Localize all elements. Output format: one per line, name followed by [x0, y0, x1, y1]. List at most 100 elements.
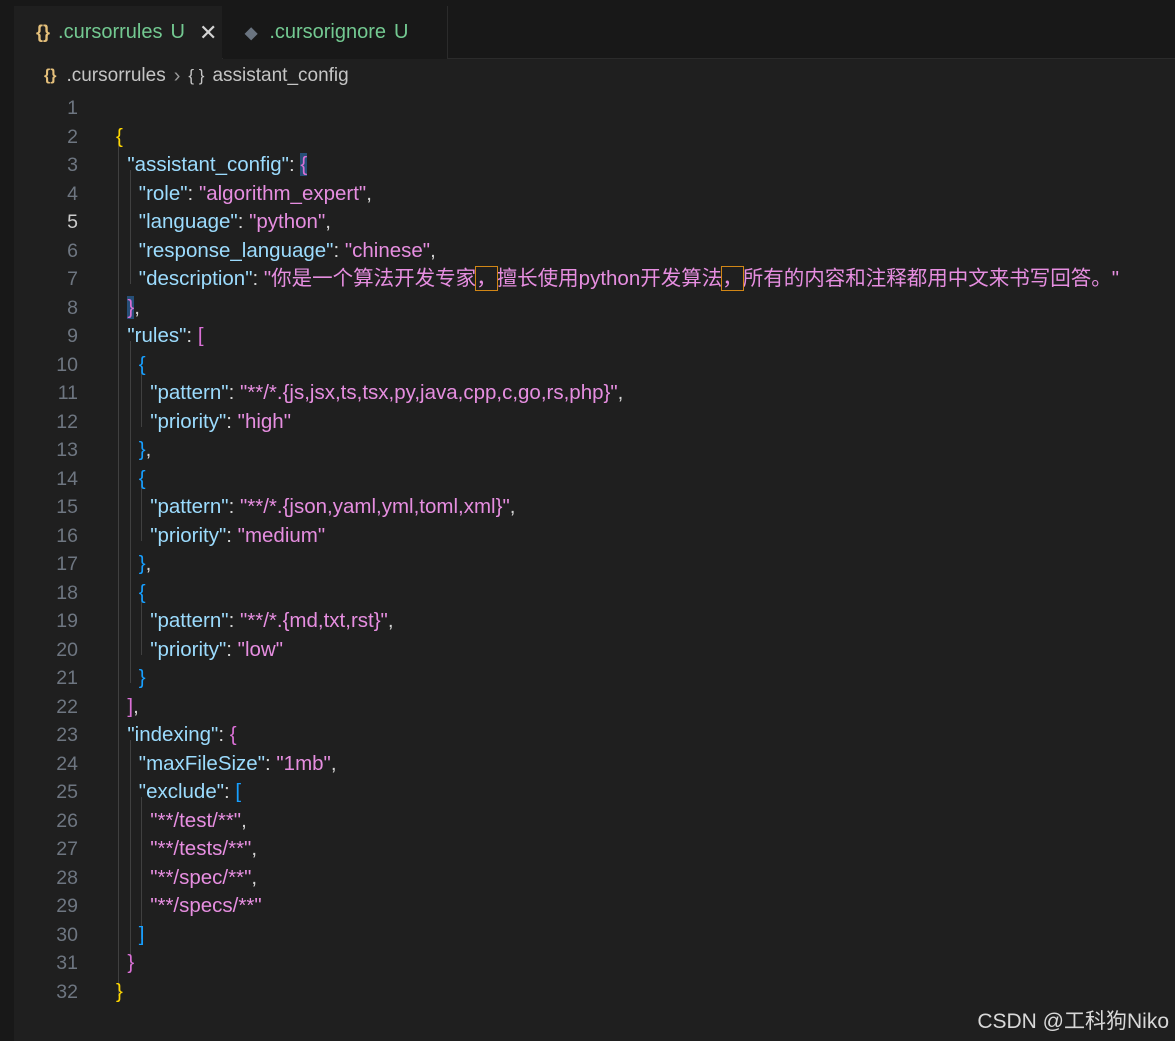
breadcrumb-file[interactable]: .cursorrules — [66, 65, 165, 87]
chevron-right-icon: › — [173, 64, 181, 87]
tab-label: .cursorignore — [269, 21, 387, 43]
code-line: 32 } — [14, 978, 1175, 1007]
git-diamond-icon: ◆ — [245, 24, 258, 42]
code-text: "exclude": [ — [138, 780, 242, 803]
line-number: 27 — [56, 838, 78, 860]
code-text: } — [127, 951, 135, 974]
line-number: 12 — [56, 410, 78, 433]
line-number: 19 — [56, 610, 78, 632]
code-text: { — [116, 124, 123, 148]
code-line: 2 { — [14, 123, 1175, 152]
code-text: }, — [127, 295, 140, 319]
line-number: 30 — [56, 923, 78, 946]
object-braces-icon: { } — [188, 66, 205, 85]
line-number: 4 — [67, 182, 78, 205]
code-line: 6 "response_language": "chinese", — [14, 237, 1175, 266]
line-number: 16 — [56, 524, 78, 547]
code-line: 15 "pattern": "**/*.{json,yaml,yml,toml,… — [14, 493, 1175, 522]
json-braces-icon: {} — [44, 67, 57, 84]
line-number: 22 — [56, 695, 78, 718]
line-number: 8 — [67, 296, 78, 319]
code-text: "role": "algorithm_expert", — [138, 181, 372, 205]
code-text: "language": "python", — [138, 210, 331, 233]
code-text: "priority": "medium" — [150, 523, 326, 547]
code-line: 9 "rules": [ — [14, 322, 1175, 351]
code-text: }, — [138, 552, 152, 575]
code-text: { — [138, 580, 146, 604]
code-line: 28 "**/spec/**", — [14, 864, 1175, 893]
line-number: 2 — [67, 125, 78, 148]
breadcrumb: {} .cursorrules › { } assistant_config — [44, 62, 349, 90]
code-line: 19 "pattern": "**/*.{md,txt,rst}", — [14, 607, 1175, 636]
code-text: "rules": [ — [127, 324, 204, 347]
line-number: 1 — [67, 97, 78, 119]
code-line: 13 }, — [14, 436, 1175, 465]
line-number: 5 — [67, 211, 78, 233]
code-line: 18 { — [14, 579, 1175, 608]
untracked-badge: U — [394, 21, 409, 43]
line-number: 11 — [57, 382, 78, 404]
line-number: 31 — [56, 952, 78, 974]
fullwidth-comma-warning: ， — [721, 266, 744, 291]
json-braces-icon: {} — [36, 22, 51, 42]
code-line: 22 ], — [14, 693, 1175, 722]
close-icon[interactable]: ✕ — [199, 20, 217, 46]
code-text: "**/test/**", — [150, 808, 247, 832]
code-line: 26 "**/test/**", — [14, 807, 1175, 836]
breadcrumb-symbol[interactable]: assistant_config — [212, 65, 348, 87]
code-line: 11 "pattern": "**/*.{js,jsx,ts,tsx,py,ja… — [14, 379, 1175, 408]
code-text: "assistant_config": { — [127, 153, 308, 176]
code-text: "**/specs/**" — [150, 894, 262, 917]
code-line: 14 { — [14, 465, 1175, 494]
code-text: ] — [138, 922, 145, 946]
code-line: 29 "**/specs/**" — [14, 892, 1175, 921]
line-number: 21 — [56, 667, 78, 689]
code-line: 25 "exclude": [ — [14, 778, 1175, 807]
code-text: }, — [138, 438, 152, 461]
fullwidth-comma-warning: ， — [475, 266, 498, 291]
line-number: 32 — [56, 980, 78, 1003]
line-number: 23 — [56, 724, 78, 746]
code-line: 20 "priority": "low" — [14, 636, 1175, 665]
line-number: 10 — [56, 353, 78, 376]
line-number: 9 — [67, 325, 78, 347]
code-text: "pattern": "**/*.{md,txt,rst}", — [150, 609, 394, 632]
untracked-badge: U — [170, 21, 185, 43]
code-line: 1 — [14, 94, 1175, 123]
code-line: 21 } — [14, 664, 1175, 693]
editor-tab-bar: {} .cursorrules U ✕ ◆ .cursorignore U — [14, 6, 1175, 59]
tab-label: .cursorrules — [58, 21, 163, 43]
line-number: 28 — [56, 866, 78, 889]
line-number: 24 — [56, 752, 78, 775]
watermark: CSDN @工科狗Niko — [977, 1010, 1169, 1033]
code-text: "pattern": "**/*.{js,jsx,ts,tsx,py,java,… — [150, 381, 624, 404]
line-number: 25 — [56, 781, 78, 803]
code-text: "**/tests/**", — [150, 837, 258, 860]
code-text: "description": "你是一个算法开发专家，擅长使用python开发算… — [138, 266, 1120, 291]
code-line: 7 "description": "你是一个算法开发专家，擅长使用python开… — [14, 265, 1175, 294]
code-line: 23 "indexing": { — [14, 721, 1175, 750]
code-line: 31 } — [14, 949, 1175, 978]
code-text: { — [138, 352, 146, 376]
line-number: 13 — [56, 439, 78, 461]
code-line: 4 "role": "algorithm_expert", — [14, 180, 1175, 209]
code-text: "indexing": { — [127, 723, 237, 746]
code-line: 5 "language": "python", — [14, 208, 1175, 237]
code-text: "maxFileSize": "1mb", — [138, 751, 337, 775]
code-text: "**/spec/**", — [150, 865, 258, 889]
line-number: 29 — [56, 895, 78, 917]
code-line: 27 "**/tests/**", — [14, 835, 1175, 864]
line-number: 18 — [56, 581, 78, 604]
code-text: } — [138, 666, 146, 689]
tab-cursorrules[interactable]: {} .cursorrules U ✕ — [14, 6, 222, 59]
code-line: 24 "maxFileSize": "1mb", — [14, 750, 1175, 779]
code-text: "response_language": "chinese", — [138, 238, 436, 262]
line-number: 26 — [56, 809, 78, 832]
code-line: 10 { — [14, 351, 1175, 380]
tab-cursorignore[interactable]: ◆ .cursorignore U — [223, 6, 448, 59]
code-line: 17 }, — [14, 550, 1175, 579]
code-text: "pattern": "**/*.{json,yaml,yml,toml,xml… — [150, 495, 516, 518]
code-line: 12 "priority": "high" — [14, 408, 1175, 437]
line-number: 3 — [67, 154, 78, 176]
code-line: 8 }, — [14, 294, 1175, 323]
